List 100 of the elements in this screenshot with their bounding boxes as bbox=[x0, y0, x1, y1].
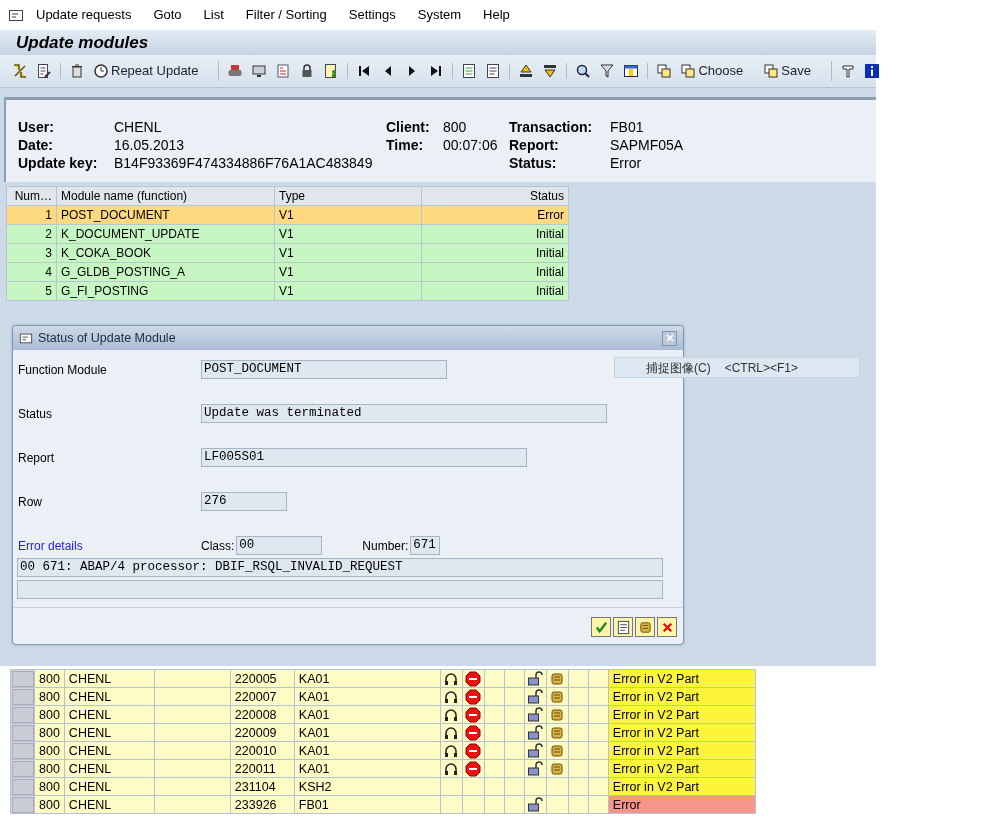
cancel-button[interactable] bbox=[657, 617, 677, 637]
monitor-icon[interactable] bbox=[251, 63, 268, 79]
field-value: 00:07:06 bbox=[443, 136, 499, 154]
scroll-icon[interactable] bbox=[548, 688, 565, 705]
sort-descending-icon[interactable] bbox=[542, 63, 559, 79]
search-icon[interactable] bbox=[575, 63, 592, 79]
close-button[interactable] bbox=[662, 330, 677, 346]
menu-item[interactable]: Help bbox=[483, 5, 510, 25]
lock-icon[interactable] bbox=[526, 688, 543, 705]
table-cell: 800 bbox=[34, 669, 65, 688]
headset-icon[interactable] bbox=[442, 760, 459, 777]
stop-sign-icon[interactable] bbox=[464, 706, 481, 723]
window-menu-icon[interactable] bbox=[8, 7, 24, 23]
info-icon[interactable] bbox=[863, 63, 880, 79]
copy-icon bbox=[680, 63, 697, 79]
scroll-icon[interactable] bbox=[548, 670, 565, 687]
field-value: FB01 bbox=[610, 118, 645, 136]
input-field[interactable]: Update was terminated bbox=[201, 404, 607, 423]
field-value: SAPMF05A bbox=[610, 136, 685, 154]
lock-icon[interactable] bbox=[526, 724, 543, 741]
menu-item[interactable]: Update requests bbox=[36, 5, 132, 25]
menu-item[interactable]: Goto bbox=[153, 5, 182, 25]
input-field[interactable]: LF005S01 bbox=[201, 448, 527, 467]
field-value: Error bbox=[610, 154, 643, 172]
table-cell: KA01 bbox=[294, 669, 441, 688]
toolbar-button[interactable]: Repeat Update bbox=[93, 61, 199, 81]
toolbar-button[interactable]: Save bbox=[763, 61, 811, 81]
filter-icon[interactable] bbox=[599, 63, 616, 79]
scroll-icon[interactable] bbox=[548, 760, 565, 777]
input-field[interactable]: POST_DOCUMENT bbox=[201, 360, 447, 379]
field-label: Report: bbox=[509, 136, 560, 154]
headset-icon[interactable] bbox=[442, 724, 459, 741]
lock-icon[interactable] bbox=[526, 796, 543, 813]
table-cell: 220005 bbox=[230, 669, 295, 688]
field-label: Date: bbox=[18, 136, 54, 154]
column-header[interactable]: Status bbox=[421, 186, 569, 206]
toolbar-button[interactable]: Choose bbox=[680, 61, 744, 81]
field-label: Time: bbox=[386, 136, 425, 154]
table-cell: CHENL bbox=[64, 669, 155, 688]
stop-sign-icon[interactable] bbox=[464, 724, 481, 741]
field-label: User: bbox=[18, 118, 55, 136]
field-value: 800 bbox=[443, 118, 468, 136]
scroll-icon[interactable] bbox=[548, 742, 565, 759]
menu-item[interactable]: 捕捉图像(C) bbox=[646, 358, 711, 377]
table-columns-icon[interactable] bbox=[623, 63, 640, 79]
scroll-icon bbox=[637, 619, 653, 635]
error-details-link[interactable]: Error details bbox=[18, 536, 201, 555]
input-field[interactable]: 00 bbox=[236, 536, 323, 555]
document-icon bbox=[615, 619, 631, 635]
field-label: Status bbox=[18, 405, 54, 423]
trash-icon[interactable] bbox=[69, 63, 85, 79]
scroll-icon[interactable] bbox=[548, 724, 565, 741]
list-icon[interactable] bbox=[275, 63, 292, 79]
message-field: 00 671: ABAP/4 processor: DBIF_RSQL_INVALID_REQUEST bbox=[17, 558, 663, 577]
column-header[interactable]: Type bbox=[274, 186, 422, 206]
field-value: CHENL bbox=[114, 118, 163, 136]
menu-item[interactable]: Settings bbox=[348, 5, 396, 25]
status-cell: Error in V2 Part bbox=[608, 669, 756, 688]
headset-icon[interactable] bbox=[442, 742, 459, 759]
input-field[interactable]: 276 bbox=[201, 492, 287, 511]
sort-ascending-icon[interactable] bbox=[518, 63, 535, 79]
headset-icon[interactable] bbox=[442, 706, 459, 723]
scroll-icon[interactable] bbox=[548, 706, 565, 723]
stop-sign-icon[interactable] bbox=[464, 760, 481, 777]
dialog-title: Status of Update Module bbox=[38, 329, 176, 347]
headset-icon[interactable] bbox=[442, 688, 459, 705]
stop-sign-icon[interactable] bbox=[464, 742, 481, 759]
field-value: B14F93369F474334886F76A1AC483849 bbox=[114, 154, 374, 172]
window-menu-icon[interactable] bbox=[19, 331, 33, 345]
lock-icon[interactable] bbox=[526, 670, 543, 687]
printer-icon[interactable] bbox=[227, 63, 244, 79]
copy-icon[interactable] bbox=[656, 63, 673, 79]
document-button[interactable] bbox=[613, 617, 633, 637]
lock-icon[interactable] bbox=[526, 760, 543, 777]
input-field[interactable]: 671 bbox=[410, 536, 441, 555]
clock-icon bbox=[93, 63, 109, 79]
menu-item[interactable]: System bbox=[417, 5, 462, 25]
field-label: Report bbox=[18, 449, 56, 467]
log-button[interactable] bbox=[635, 617, 655, 637]
stop-sign-icon[interactable] bbox=[464, 688, 481, 705]
field-label: Update key: bbox=[18, 154, 99, 172]
field-label: Row bbox=[18, 493, 43, 511]
stop-sign-icon[interactable] bbox=[464, 670, 481, 687]
field-value: 16.05.2013 bbox=[114, 136, 186, 154]
lock-icon[interactable] bbox=[526, 742, 543, 759]
screen-title: Update modules bbox=[16, 31, 149, 54]
field-label: Function Module bbox=[18, 361, 108, 379]
text-icon[interactable] bbox=[839, 63, 856, 79]
column-header[interactable]: Module name (function) bbox=[56, 186, 275, 206]
menu-item[interactable]: List bbox=[203, 5, 224, 25]
confirm-button[interactable] bbox=[591, 617, 611, 637]
menu-item[interactable]: Filter / Sorting bbox=[245, 5, 327, 25]
close-icon bbox=[664, 333, 675, 343]
lock-icon[interactable] bbox=[526, 706, 543, 723]
document-edit-icon[interactable] bbox=[36, 63, 52, 79]
document-icon[interactable] bbox=[461, 63, 478, 79]
headset-icon[interactable] bbox=[442, 670, 459, 687]
column-header[interactable]: Num… bbox=[6, 186, 57, 206]
copy-icon bbox=[763, 63, 780, 79]
document-icon[interactable] bbox=[485, 63, 502, 79]
